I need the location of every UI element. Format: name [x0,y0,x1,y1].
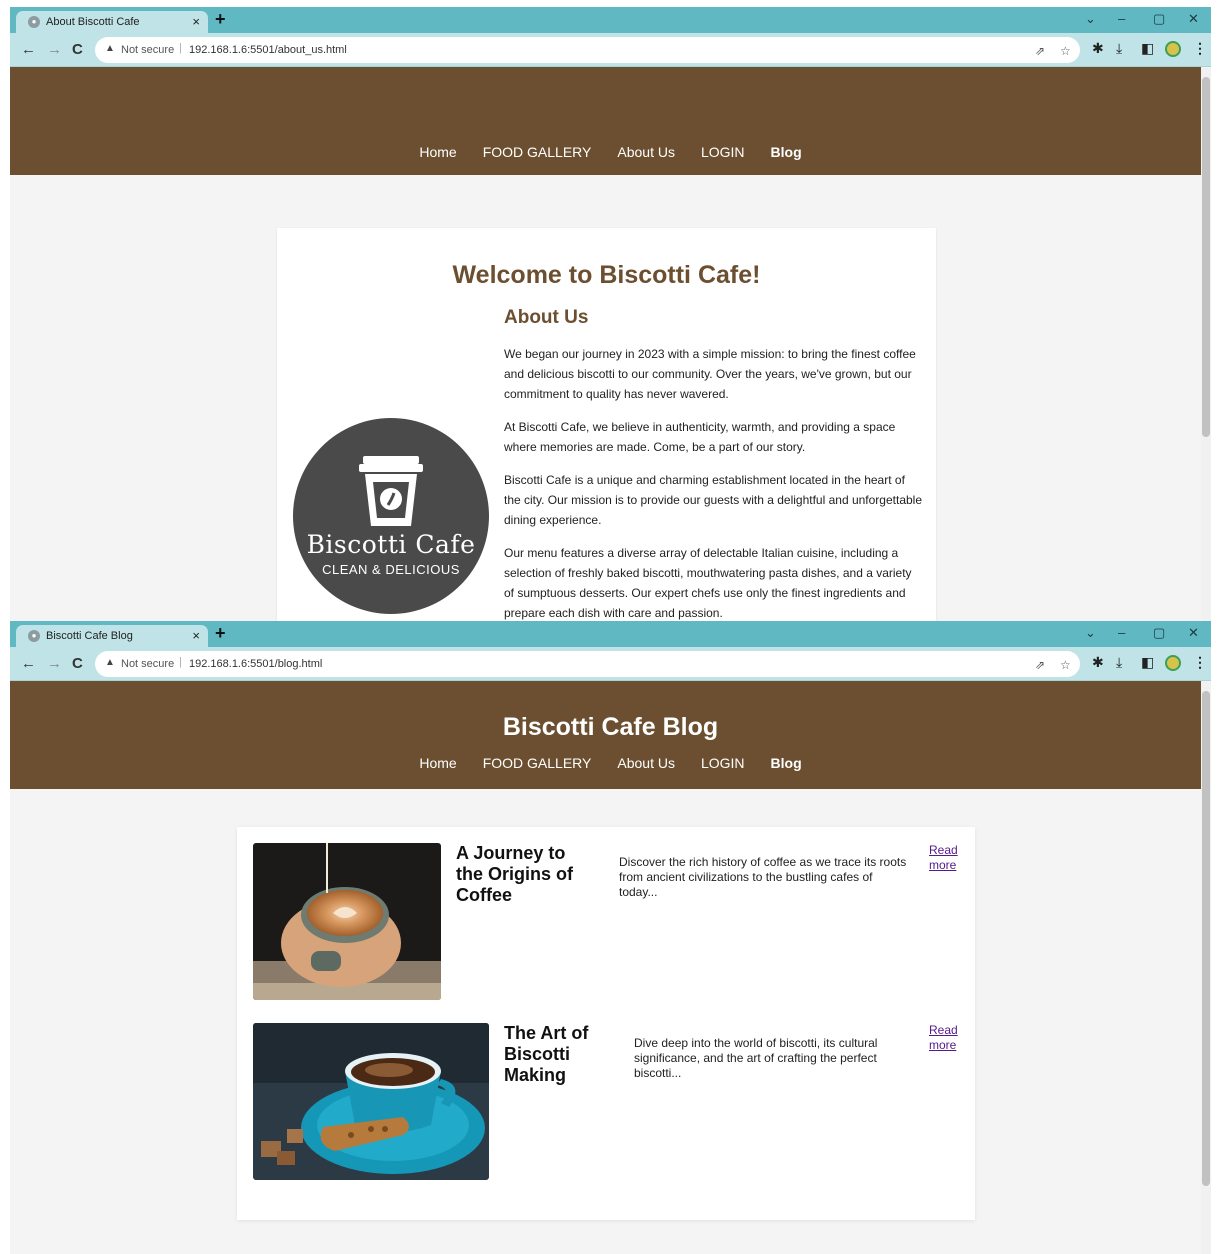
separator: | [179,656,182,668]
menu-icon[interactable]: ⋮ [1193,654,1207,671]
post-excerpt: Dive deep into the world of biscotti, it… [634,1036,878,1080]
profile-icon[interactable] [1165,41,1181,57]
extensions-icon[interactable]: ✱ [1092,40,1104,57]
about-paragraph: At Biscotti Cafe, we believe in authenti… [504,420,896,454]
separator: | [179,42,182,54]
nav-blog[interactable]: Blog [771,755,802,771]
nav-login[interactable]: LOGIN [701,755,745,771]
nav-login[interactable]: LOGIN [701,144,745,160]
tab-strip: ● Biscotti Cafe Blog × + ⌄ – ▢ ✕ [10,621,1211,647]
globe-icon: ● [28,630,40,642]
not-secure-label: Not secure [121,44,175,56]
about-card: Welcome to Biscotti Cafe! About Us Bisco… [277,228,936,621]
scrollbar-thumb[interactable] [1202,77,1210,437]
new-tab-icon[interactable]: + [215,9,226,30]
logo-tagline: CLEAN & DELICIOUS [322,562,460,577]
restore-icon[interactable]: ▢ [1153,625,1165,641]
page-viewport: Home FOOD GALLERY About Us LOGIN Blog We… [10,67,1211,621]
url-text[interactable]: 192.168.1.6:5501/blog.html [189,658,322,670]
read-more-link[interactable]: Read more [929,1023,969,1053]
espresso-biscotti-photo [253,1023,489,1180]
nav-blog[interactable]: Blog [771,144,802,160]
browser-window-about: ● About Biscotti Cafe × + ⌄ – ▢ ✕ ← → C … [10,7,1211,621]
not-secure-label: Not secure [121,658,175,670]
about-paragraph: Biscotti Cafe is a unique and charming e… [504,473,923,527]
reload-icon[interactable]: C [72,41,83,58]
new-tab-icon[interactable]: + [215,623,226,644]
blog-post: The Art of Biscotti Making Dive deep int… [253,1023,963,1180]
close-window-icon[interactable]: ✕ [1188,11,1199,27]
logo-brand: Biscotti Cafe [306,530,476,559]
blog-post: A Journey to the Origins of Coffee Disco… [253,843,963,1000]
globe-icon: ● [28,16,40,28]
site-header: Biscotti Cafe Blog Home FOOD GALLERY Abo… [10,681,1211,789]
site-title: Biscotti Cafe Blog [502,713,719,741]
close-tab-icon[interactable]: × [192,14,200,29]
tab-search-icon[interactable]: ⌄ [1085,11,1096,27]
extensions-icon[interactable]: ✱ [1092,654,1104,671]
minimize-icon[interactable]: – [1118,11,1125,26]
back-icon[interactable]: ← [21,41,36,58]
read-more-link[interactable]: Read more [929,843,969,873]
close-window-icon[interactable]: ✕ [1188,625,1199,641]
nav-about-us[interactable]: About Us [617,755,675,771]
profile-icon[interactable] [1165,655,1181,671]
scrollbar[interactable] [1201,681,1211,1254]
warning-icon: ▲ [105,43,115,54]
download-icon[interactable]: ⤓ [1116,654,1122,671]
browser-toolbar: ← → C ▲ Not secure | 192.168.1.6:5501/bl… [10,647,1211,681]
url-text[interactable]: 192.168.1.6:5501/about_us.html [189,44,347,56]
share-icon[interactable]: ⇗ [1035,658,1045,672]
page-viewport: Biscotti Cafe Blog Home FOOD GALLERY Abo… [10,681,1211,1254]
forward-icon[interactable]: → [47,655,62,672]
sidepanel-icon[interactable]: ◧ [1141,40,1154,57]
address-bar[interactable]: ▲ Not secure | 192.168.1.6:5501/blog.htm… [95,651,1080,677]
about-paragraph: We began our journey in 2023 with a simp… [504,347,916,401]
post-title[interactable]: A Journey to the Origins of Coffee [456,843,596,906]
download-icon[interactable]: ⤓ [1116,40,1122,57]
browser-window-blog: ● Biscotti Cafe Blog × + ⌄ – ▢ ✕ ← → C ▲… [10,621,1211,1254]
tab-strip: ● About Biscotti Cafe × + ⌄ – ▢ ✕ [10,7,1211,33]
share-icon[interactable]: ⇗ [1035,44,1045,58]
star-icon[interactable]: ☆ [1060,44,1071,58]
coffee-cup-icon [359,456,423,526]
forward-icon[interactable]: → [47,41,62,58]
restore-icon[interactable]: ▢ [1153,11,1165,27]
about-text: We began our journey in 2023 with a simp… [504,344,924,621]
tab-title: Biscotti Cafe Blog [46,630,133,642]
scrollbar[interactable] [1201,67,1211,621]
address-bar[interactable]: ▲ Not secure | 192.168.1.6:5501/about_us… [95,37,1080,63]
tab-blog[interactable]: ● Biscotti Cafe Blog × [16,625,208,647]
browser-toolbar: ← → C ▲ Not secure | 192.168.1.6:5501/ab… [10,33,1211,67]
page-title: Welcome to Biscotti Cafe! [452,261,761,289]
blog-list: A Journey to the Origins of Coffee Disco… [237,827,975,1220]
post-title[interactable]: The Art of Biscotti Making [504,1023,614,1086]
section-title: About Us [504,307,589,328]
site-header: Home FOOD GALLERY About Us LOGIN Blog [10,67,1211,175]
tab-title: About Biscotti Cafe [46,16,140,28]
nav-food-gallery[interactable]: FOOD GALLERY [483,144,592,160]
latte-photo [253,843,441,1000]
warning-icon: ▲ [105,657,115,668]
main-nav: Home FOOD GALLERY About Us LOGIN Blog [10,755,1211,771]
cafe-logo: Biscotti Cafe CLEAN & DELICIOUS [293,418,489,614]
star-icon[interactable]: ☆ [1060,658,1071,672]
tab-search-icon[interactable]: ⌄ [1085,625,1096,641]
reload-icon[interactable]: C [72,655,83,672]
sidepanel-icon[interactable]: ◧ [1141,654,1154,671]
scrollbar-thumb[interactable] [1202,691,1210,1186]
post-excerpt: Discover the rich history of coffee as w… [619,855,907,899]
about-paragraph: Our menu features a diverse array of del… [504,546,912,620]
main-nav: Home FOOD GALLERY About Us LOGIN Blog [10,144,1211,160]
minimize-icon[interactable]: – [1118,625,1125,640]
nav-about-us[interactable]: About Us [617,144,675,160]
nav-food-gallery[interactable]: FOOD GALLERY [483,755,592,771]
tab-about[interactable]: ● About Biscotti Cafe × [16,11,208,33]
nav-home[interactable]: Home [419,144,456,160]
close-tab-icon[interactable]: × [192,628,200,643]
nav-home[interactable]: Home [419,755,456,771]
back-icon[interactable]: ← [21,655,36,672]
menu-icon[interactable]: ⋮ [1193,40,1207,57]
